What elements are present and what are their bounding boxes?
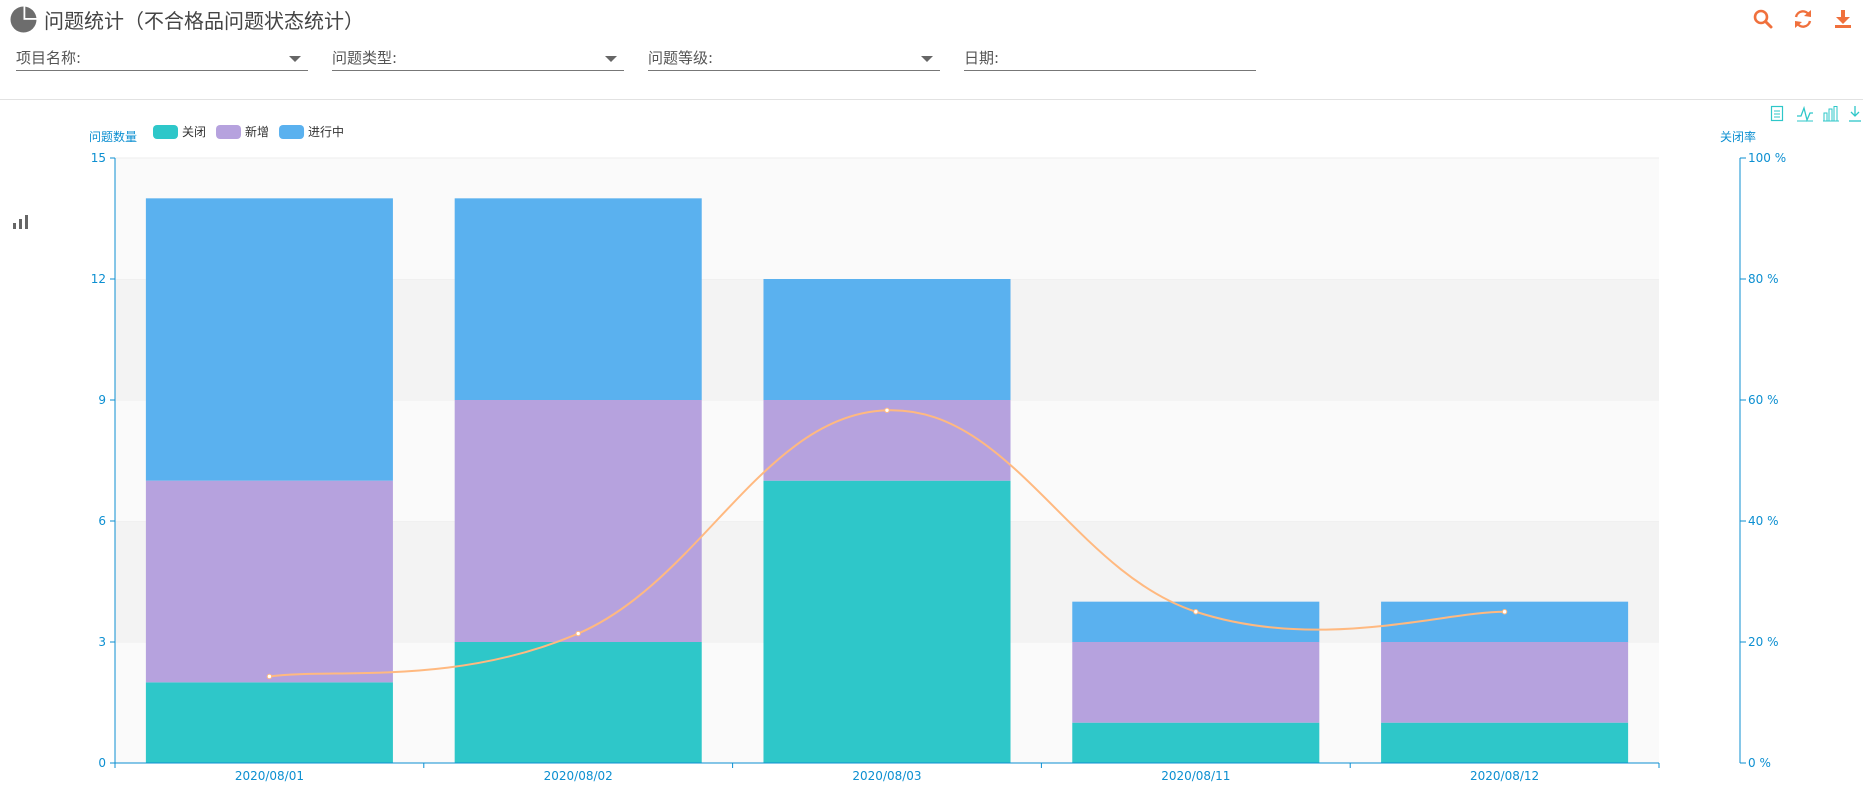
issue-level-filter[interactable]: 问题等级: bbox=[648, 46, 940, 71]
bar-segment bbox=[1072, 601, 1320, 642]
date-filter[interactable]: 日期: bbox=[964, 46, 1256, 71]
title-bar: 问题统计（不合格品问题状态统计） bbox=[9, 4, 364, 34]
legend-label: 新增 bbox=[245, 124, 269, 139]
y-axis-title: 问题数量 bbox=[89, 129, 137, 144]
project-name-label: 项目名称: bbox=[16, 49, 82, 67]
y-tick-label: 15 bbox=[91, 151, 106, 165]
data-view-icon[interactable] bbox=[1770, 105, 1784, 122]
close-rate-point bbox=[1193, 609, 1199, 615]
bar-chart-icon[interactable] bbox=[1823, 106, 1839, 122]
y2-tick-label: 60 % bbox=[1748, 393, 1779, 407]
y2-axis-title: 关闭率 bbox=[1720, 129, 1756, 144]
y-tick-label: 3 bbox=[98, 635, 106, 649]
y-tick-label: 12 bbox=[91, 272, 106, 286]
y-tick-label: 9 bbox=[98, 393, 106, 407]
y2-tick-label: 20 % bbox=[1748, 635, 1779, 649]
issue-status-chart: 0 3 6 9 12 15 0 % 20 % 40 % 60 % 80 % 100 % 2020/08/… bbox=[89, 105, 1861, 783]
x-tick-label: 2020/08/01 bbox=[235, 769, 304, 783]
bar-segment bbox=[1381, 722, 1629, 763]
close-rate-point bbox=[575, 630, 581, 637]
y-tick-label: 0 bbox=[98, 756, 106, 770]
close-rate-point bbox=[266, 673, 273, 680]
legend-swatch bbox=[216, 125, 242, 139]
legend-label: 进行中 bbox=[308, 124, 344, 139]
bar-segment bbox=[454, 198, 702, 400]
download-button[interactable] bbox=[1823, 6, 1863, 32]
y2-tick-label: 40 % bbox=[1748, 514, 1779, 528]
bar-segment bbox=[145, 682, 393, 763]
y2-tick-label: 100 % bbox=[1748, 151, 1786, 165]
page-title: 问题统计（不合格品问题状态统计） bbox=[44, 8, 364, 33]
bar-segment bbox=[1381, 642, 1629, 723]
bar-segment bbox=[763, 480, 1011, 763]
bar-segment bbox=[1072, 722, 1320, 763]
pie-chart-icon bbox=[10, 5, 38, 32]
issue-type-label: 问题类型: bbox=[332, 49, 398, 67]
issue-type-filter[interactable]: 问题类型: bbox=[332, 46, 624, 71]
y2-tick-label: 0 % bbox=[1748, 756, 1771, 770]
chart-legend: 关闭 新增 进行中 bbox=[153, 124, 344, 139]
chevron-down-icon bbox=[921, 56, 933, 62]
refresh-icon bbox=[1794, 10, 1812, 28]
line-chart-icon[interactable] bbox=[1797, 105, 1813, 123]
close-rate-point bbox=[884, 407, 890, 413]
legend-label: 关闭 bbox=[182, 125, 206, 139]
chevron-down-icon bbox=[289, 56, 301, 62]
y2-tick-label: 80 % bbox=[1748, 272, 1779, 286]
search-button[interactable] bbox=[1743, 6, 1783, 32]
date-label: 日期: bbox=[964, 49, 1000, 67]
header-toolbar bbox=[1743, 6, 1863, 32]
x-tick-label: 2020/08/02 bbox=[544, 769, 613, 783]
chevron-down-icon bbox=[605, 56, 617, 62]
bar-segment bbox=[145, 198, 393, 481]
x-tick-label: 2020/08/03 bbox=[852, 769, 921, 783]
close-rate-point bbox=[1501, 609, 1508, 615]
refresh-button[interactable] bbox=[1783, 6, 1823, 32]
bar-segment bbox=[454, 400, 702, 642]
legend-swatch bbox=[279, 125, 305, 139]
page-header: 问题统计（不合格品问题状态统计） 项目名称: 问题类型: 问题等级: 日期: bbox=[0, 0, 1863, 100]
y-tick-label: 6 bbox=[98, 514, 106, 528]
bar-segment bbox=[1072, 642, 1320, 723]
bar-segment bbox=[145, 480, 393, 683]
legend-swatch bbox=[153, 125, 178, 139]
filter-bar: 项目名称: 问题类型: 问题等级: 日期: bbox=[16, 46, 1280, 71]
project-name-filter[interactable]: 项目名称: bbox=[16, 46, 308, 71]
download-icon bbox=[1835, 10, 1851, 28]
x-tick-label: 2020/08/12 bbox=[1470, 769, 1539, 783]
issue-level-label: 问题等级: bbox=[648, 49, 714, 67]
save-image-icon[interactable] bbox=[1849, 106, 1861, 122]
chart-toolbar bbox=[1770, 105, 1861, 123]
x-tick-label: 2020/08/11 bbox=[1161, 769, 1230, 783]
bar-segment bbox=[763, 279, 1011, 400]
search-icon bbox=[1753, 9, 1773, 29]
